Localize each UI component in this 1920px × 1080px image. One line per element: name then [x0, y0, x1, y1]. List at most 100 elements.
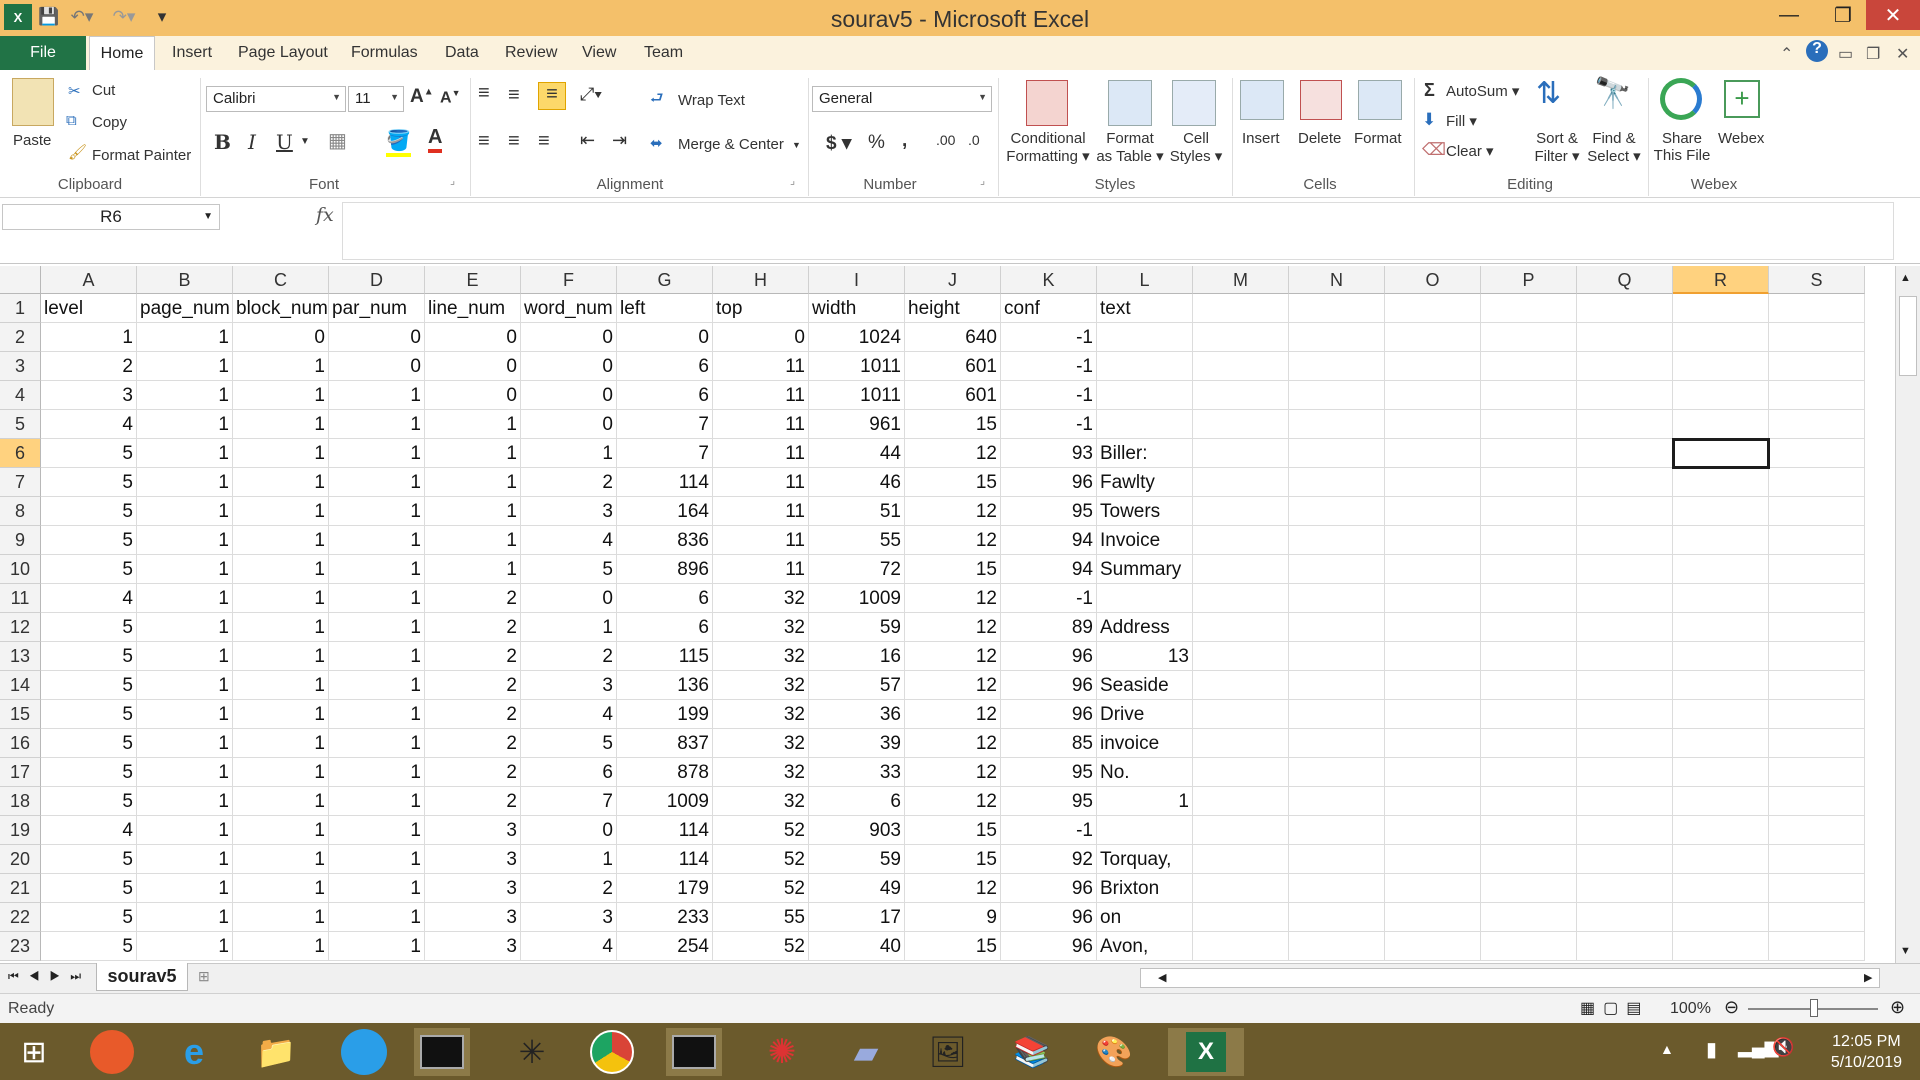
table-cell[interactable]: 11 — [713, 526, 809, 555]
table-cell[interactable]: 3 — [425, 874, 521, 903]
table-cell[interactable]: 94 — [1001, 555, 1097, 584]
table-cell[interactable]: 3 — [425, 845, 521, 874]
table-cell[interactable] — [1769, 584, 1865, 613]
copy-button[interactable]: Copy — [92, 114, 127, 131]
table-cell[interactable]: 11 — [713, 497, 809, 526]
table-cell[interactable]: 4 — [41, 584, 137, 613]
find-select-button[interactable]: Find & Select ▾ — [1586, 130, 1642, 165]
table-cell[interactable] — [1193, 468, 1289, 497]
table-cell[interactable] — [1193, 410, 1289, 439]
table-cell[interactable]: 1 — [521, 845, 617, 874]
table-cell[interactable]: 3 — [521, 671, 617, 700]
column-header-d[interactable]: D — [329, 266, 425, 294]
table-cell[interactable] — [1097, 352, 1193, 381]
table-cell[interactable]: 1 — [137, 671, 233, 700]
column-header-h[interactable]: H — [713, 266, 809, 294]
table-cell[interactable]: 1 — [137, 700, 233, 729]
table-cell[interactable] — [1193, 874, 1289, 903]
header-cell[interactable]: width — [809, 294, 905, 323]
table-cell[interactable]: 12 — [905, 758, 1001, 787]
table-cell[interactable]: 1 — [329, 468, 425, 497]
underline-icon[interactable]: U — [276, 130, 293, 154]
table-cell[interactable] — [1481, 468, 1577, 497]
zoom-in-icon[interactable]: ⊕ — [1890, 997, 1905, 1018]
table-cell[interactable]: 1 — [233, 787, 329, 816]
tab-home[interactable]: Home — [89, 36, 155, 71]
table-cell[interactable] — [1289, 497, 1385, 526]
table-cell[interactable]: 0 — [521, 381, 617, 410]
table-cell[interactable] — [1577, 903, 1673, 932]
table-cell[interactable]: 1 — [137, 932, 233, 961]
column-header-c[interactable]: C — [233, 266, 329, 294]
table-cell[interactable]: 11 — [713, 381, 809, 410]
table-cell[interactable]: 5 — [41, 787, 137, 816]
table-cell[interactable] — [1577, 816, 1673, 845]
table-cell[interactable]: 55 — [713, 903, 809, 932]
table-cell[interactable]: 2 — [425, 613, 521, 642]
table-cell[interactable]: 1 — [233, 381, 329, 410]
table-cell[interactable]: 11 — [713, 555, 809, 584]
table-cell[interactable]: 5 — [41, 845, 137, 874]
table-cell[interactable] — [1385, 584, 1481, 613]
header-cell[interactable]: top — [713, 294, 809, 323]
header-cell[interactable] — [1385, 294, 1481, 323]
table-cell[interactable]: 114 — [617, 468, 713, 497]
row-header[interactable]: 15 — [0, 700, 41, 729]
table-cell[interactable]: 32 — [713, 613, 809, 642]
table-cell[interactable]: 39 — [809, 729, 905, 758]
table-cell[interactable] — [1673, 613, 1769, 642]
insert-cells-icon[interactable] — [1240, 80, 1284, 120]
table-cell[interactable] — [1289, 323, 1385, 352]
tab-formulas[interactable]: Formulas — [351, 44, 418, 62]
table-cell[interactable]: 95 — [1001, 758, 1097, 787]
header-cell[interactable]: line_num — [425, 294, 521, 323]
table-cell[interactable] — [1769, 816, 1865, 845]
column-header-e[interactable]: E — [425, 266, 521, 294]
table-cell[interactable] — [1481, 497, 1577, 526]
table-cell[interactable] — [1481, 584, 1577, 613]
table-cell[interactable]: 1 — [137, 555, 233, 584]
table-cell[interactable]: 2 — [521, 468, 617, 497]
paint-icon[interactable]: 🎨 — [1086, 1028, 1142, 1076]
table-cell[interactable] — [1385, 410, 1481, 439]
table-cell[interactable]: 6 — [617, 352, 713, 381]
winrar-icon[interactable]: 📚 — [1004, 1028, 1060, 1076]
table-cell[interactable] — [1193, 584, 1289, 613]
table-cell[interactable]: 2 — [425, 758, 521, 787]
header-cell[interactable]: conf — [1001, 294, 1097, 323]
table-cell[interactable]: 1 — [425, 468, 521, 497]
table-cell[interactable]: 3 — [521, 903, 617, 932]
table-cell[interactable]: 1 — [233, 352, 329, 381]
comma-icon[interactable]: , — [902, 130, 907, 152]
table-cell[interactable]: Invoice — [1097, 526, 1193, 555]
table-cell[interactable]: 7 — [617, 410, 713, 439]
table-cell[interactable]: 12 — [905, 497, 1001, 526]
table-cell[interactable] — [1481, 381, 1577, 410]
row-header[interactable]: 12 — [0, 613, 41, 642]
minimize-icon[interactable]: — — [1762, 0, 1816, 30]
spider-icon[interactable]: ✺ — [754, 1028, 810, 1076]
table-cell[interactable] — [1769, 845, 1865, 874]
table-cell[interactable]: 0 — [425, 352, 521, 381]
row-header[interactable]: 16 — [0, 729, 41, 758]
table-cell[interactable]: 12 — [905, 671, 1001, 700]
cut-button[interactable]: Cut — [92, 82, 115, 99]
table-cell[interactable] — [1481, 555, 1577, 584]
table-cell[interactable]: 1 — [233, 816, 329, 845]
table-cell[interactable] — [1481, 613, 1577, 642]
zoom-level[interactable]: 100% — [1670, 1000, 1711, 1018]
table-cell[interactable]: 95 — [1001, 787, 1097, 816]
table-cell[interactable] — [1193, 787, 1289, 816]
header-cell[interactable]: height — [905, 294, 1001, 323]
terminal-icon[interactable] — [666, 1028, 722, 1076]
table-cell[interactable] — [1769, 439, 1865, 468]
table-cell[interactable]: 0 — [425, 381, 521, 410]
table-cell[interactable]: 1 — [425, 555, 521, 584]
table-cell[interactable]: 0 — [521, 816, 617, 845]
table-cell[interactable] — [1673, 758, 1769, 787]
table-cell[interactable]: 15 — [905, 816, 1001, 845]
table-cell[interactable] — [1385, 671, 1481, 700]
table-cell[interactable]: 5 — [521, 729, 617, 758]
app-icon[interactable] — [84, 1028, 140, 1076]
merge-center-button[interactable]: Merge & Center — [678, 136, 784, 153]
